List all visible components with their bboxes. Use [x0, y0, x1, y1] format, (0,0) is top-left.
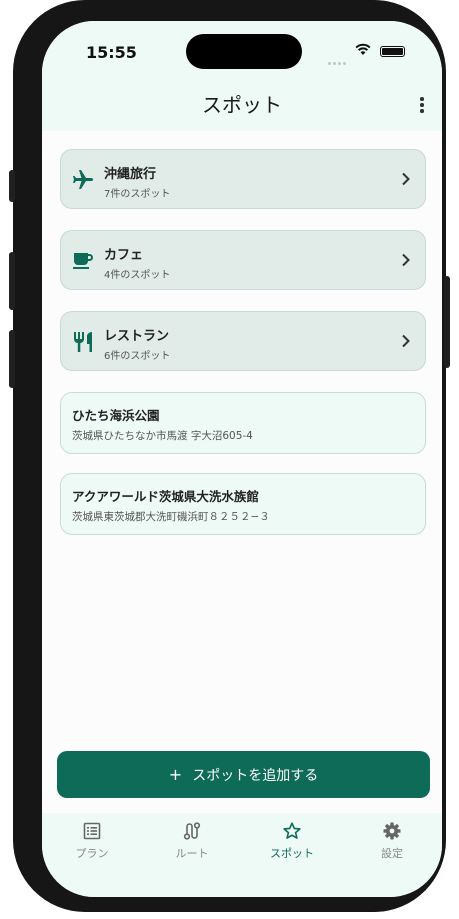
add-spot-label: スポットを追加する — [192, 767, 319, 784]
tab-label: ルート — [175, 847, 209, 860]
airplane-icon — [73, 170, 93, 189]
tab-label: 設定 — [381, 847, 403, 860]
spot-name: アクアワールド茨城県大洗水族館 — [72, 489, 259, 504]
tab-plan[interactable]: プラン — [42, 821, 142, 861]
volume-down-button — [9, 330, 15, 388]
list-icon — [83, 822, 101, 840]
signal-icon — [328, 50, 348, 69]
category-count: 4件のスポット — [104, 270, 171, 281]
tab-bar: プラン ルート スポット 設定 — [42, 813, 442, 897]
category-title: カフェ — [104, 248, 144, 263]
restaurant-icon — [74, 332, 92, 352]
coffee-cup-icon — [73, 253, 93, 269]
chevron-right-icon — [402, 172, 410, 186]
screen: 15:55 スポット 沖縄旅行 7件のスポット カフェ 4件のスポット レストラ… — [42, 21, 442, 897]
tab-label: スポット — [270, 847, 314, 860]
spot-address: 茨城県東茨城郡大洗町磯浜町８２５２−３ — [72, 511, 270, 523]
chevron-right-icon — [402, 334, 410, 348]
route-icon — [183, 822, 201, 840]
dynamic-island — [186, 34, 302, 69]
more-options-icon[interactable] — [420, 97, 426, 115]
gear-icon — [383, 822, 401, 840]
spot-list: 沖縄旅行 7件のスポット カフェ 4件のスポット レストラン 6件のスポット ひ… — [60, 149, 426, 554]
tab-route[interactable]: ルート — [142, 821, 242, 861]
top-bar: 15:55 スポット — [42, 21, 442, 131]
volume-up-button — [9, 252, 15, 310]
battery-icon — [380, 46, 405, 57]
chevron-right-icon — [402, 253, 410, 267]
power-button — [444, 276, 450, 368]
spot-address: 茨城県ひたちなか市馬渡 字大沼605-4 — [72, 430, 253, 442]
category-item-cafe[interactable]: カフェ 4件のスポット — [60, 230, 426, 290]
category-count: 7件のスポット — [104, 189, 171, 200]
status-time: 15:55 — [86, 43, 137, 62]
spot-item-hitachi[interactable]: ひたち海浜公園 茨城県ひたちなか市馬渡 字大沼605-4 — [60, 392, 426, 454]
phone-frame: 15:55 スポット 沖縄旅行 7件のスポット カフェ 4件のスポット レストラ… — [9, 0, 450, 912]
plus-icon: + — [168, 765, 183, 784]
spot-item-aquaworld[interactable]: アクアワールド茨城県大洗水族館 茨城県東茨城郡大洗町磯浜町８２５２−３ — [60, 473, 426, 535]
tab-spot[interactable]: スポット — [242, 821, 342, 861]
tab-label: プラン — [75, 847, 109, 860]
wifi-icon — [355, 43, 371, 55]
category-item-restaurant[interactable]: レストラン 6件のスポット — [60, 311, 426, 371]
action-button — [9, 170, 15, 202]
category-count: 6件のスポット — [104, 351, 171, 362]
tab-settings[interactable]: 設定 — [342, 821, 442, 861]
category-title: レストラン — [104, 329, 170, 344]
page-title: スポット — [202, 93, 282, 117]
category-item-okinawa[interactable]: 沖縄旅行 7件のスポット — [60, 149, 426, 209]
spot-name: ひたち海浜公園 — [72, 408, 160, 423]
category-title: 沖縄旅行 — [104, 167, 157, 182]
add-spot-button[interactable]: + スポットを追加する — [57, 751, 430, 798]
star-icon — [283, 822, 301, 839]
